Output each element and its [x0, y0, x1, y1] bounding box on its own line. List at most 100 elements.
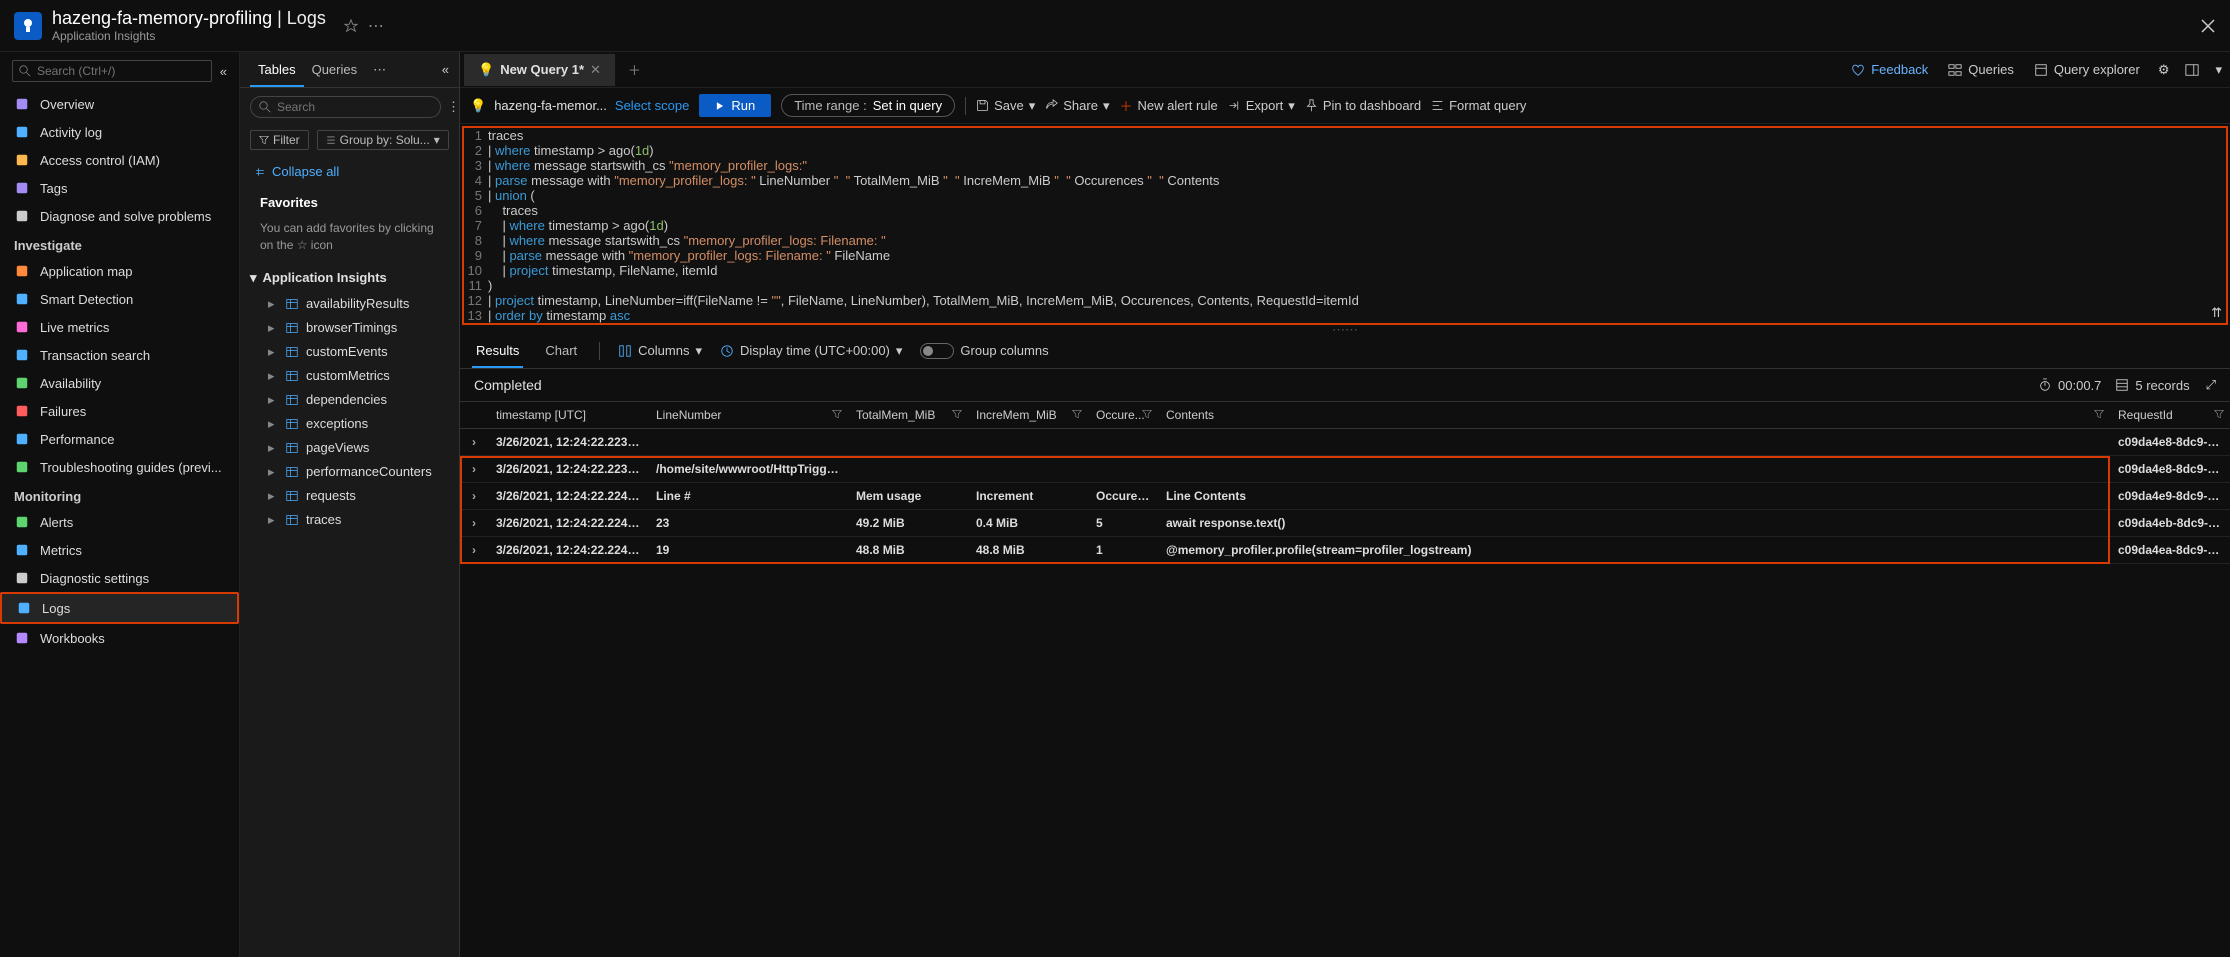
table-row[interactable]: ›3/26/2021, 12:24:22.224 AM2349.2 MiB0.4… [460, 510, 2230, 537]
sidebar-item-tags[interactable]: Tags [0, 174, 239, 202]
table-traces[interactable]: ▸traces [240, 508, 459, 532]
filter-icon[interactable] [952, 409, 962, 419]
table-customMetrics[interactable]: ▸customMetrics [240, 364, 459, 388]
groupby-button[interactable]: Group by: Solu... ▾ [317, 130, 449, 150]
new-alert-button[interactable]: ＋ New alert rule [1119, 96, 1217, 115]
table-browserTimings[interactable]: ▸browserTimings [240, 316, 459, 340]
col-header[interactable]: Occure... [1088, 402, 1158, 429]
sidebar-item-fail[interactable]: Failures [0, 397, 239, 425]
expand-row-icon[interactable]: › [460, 429, 488, 456]
panel-icon[interactable] [2177, 63, 2207, 77]
table-row[interactable]: ›3/26/2021, 12:24:22.224 AMLine #Mem usa… [460, 483, 2230, 510]
table-row[interactable]: ›3/26/2021, 12:24:22.223 AMc09da4e8-8dc9… [460, 429, 2230, 456]
table-label: pageViews [306, 440, 369, 455]
display-time-button[interactable]: Display time (UTC+00:00) ▾ [720, 343, 902, 359]
tables-more-icon[interactable]: ⋮ [447, 99, 460, 115]
chart-tab[interactable]: Chart [541, 333, 581, 368]
sidebar-item-access[interactable]: Access control (IAM) [0, 146, 239, 174]
add-tab-button[interactable]: ＋ [616, 52, 653, 87]
expand-results-icon[interactable]: ⤢ [2206, 377, 2216, 393]
sidebar-item-avail[interactable]: Availability [0, 369, 239, 397]
sidebar-item-workbooks[interactable]: Workbooks [0, 624, 239, 652]
select-scope-link[interactable]: Select scope [615, 98, 689, 113]
expand-row-icon[interactable]: › [460, 456, 488, 483]
sidebar-item-smart[interactable]: Smart Detection [0, 285, 239, 313]
query-tab[interactable]: 💡 New Query 1* ✕ [464, 54, 616, 86]
collapse-tables-icon[interactable]: « [442, 62, 449, 77]
filter-icon[interactable] [2094, 409, 2104, 419]
queries-link[interactable]: Queries [1938, 62, 2024, 77]
collapse-sidebar-icon[interactable]: « [220, 64, 227, 79]
sidebar-item-perf[interactable]: Performance [0, 425, 239, 453]
columns-button[interactable]: Columns ▾ [618, 343, 702, 359]
tree-appinsights[interactable]: ▾ Application Insights [240, 264, 459, 292]
col-header[interactable]: IncreMem_MiB [968, 402, 1088, 429]
export-button[interactable]: Export ▾ [1228, 98, 1295, 114]
share-button[interactable]: Share ▾ [1045, 98, 1109, 114]
table-performanceCounters[interactable]: ▸performanceCounters [240, 460, 459, 484]
tab-tables[interactable]: Tables [250, 52, 304, 87]
expand-row-icon[interactable]: › [460, 537, 488, 564]
sidebar-item-diagnose[interactable]: Diagnose and solve problems [0, 202, 239, 230]
table-exceptions[interactable]: ▸exceptions [240, 412, 459, 436]
close-icon[interactable] [2200, 18, 2216, 34]
query-editor[interactable]: 1traces2| where timestamp > ago(1d)3| wh… [462, 126, 2228, 325]
tables-search-input[interactable] [277, 100, 432, 114]
format-button[interactable]: Format query [1431, 98, 1526, 113]
filter-button[interactable]: Filter [250, 130, 309, 150]
sidebar-item-live[interactable]: Live metrics [0, 313, 239, 341]
sidebar-item-overview[interactable]: Overview [0, 90, 239, 118]
scope-selector[interactable]: 💡 hazeng-fa-memor... Select scope [470, 98, 689, 114]
sidebar-item-diag[interactable]: Diagnostic settings [0, 564, 239, 592]
pin-button[interactable]: Pin to dashboard [1305, 98, 1421, 113]
table-availabilityResults[interactable]: ▸availabilityResults [240, 292, 459, 316]
chevron-down-icon[interactable]: ▾ [2207, 62, 2230, 78]
chevron-down-icon: ▾ [250, 270, 257, 286]
group-columns-toggle[interactable]: Group columns [920, 343, 1048, 359]
sidebar-item-label: Troubleshooting guides (previ... [40, 460, 222, 475]
tab-queries[interactable]: Queries [304, 52, 366, 87]
sidebar-item-search[interactable]: Transaction search [0, 341, 239, 369]
timerange-button[interactable]: Time range : Set in query [781, 94, 955, 117]
col-header[interactable]: TotalMem_MiB [848, 402, 968, 429]
filter-icon[interactable] [2214, 409, 2224, 419]
settings-icon[interactable]: ⚙ [2150, 62, 2178, 78]
sidebar-item-metrics[interactable]: Metrics [0, 536, 239, 564]
expand-row-icon[interactable]: › [460, 510, 488, 537]
collapse-all-link[interactable]: Collapse all [240, 154, 459, 189]
filter-icon[interactable] [1142, 409, 1152, 419]
table-row[interactable]: ›3/26/2021, 12:24:22.224 AM1948.8 MiB48.… [460, 537, 2230, 564]
table-pageViews[interactable]: ▸pageViews [240, 436, 459, 460]
save-button[interactable]: Save ▾ [976, 98, 1035, 114]
feedback-link[interactable]: Feedback [1841, 62, 1938, 77]
table-row[interactable]: ›3/26/2021, 12:24:22.223 AM/home/site/ww… [460, 456, 2230, 483]
close-tab-icon[interactable]: ✕ [590, 62, 601, 78]
sidebar-item-logs[interactable]: Logs [0, 592, 239, 624]
tables-search[interactable] [250, 96, 441, 118]
sidebar-search-input[interactable] [37, 64, 205, 78]
sidebar-item-appmap[interactable]: Application map [0, 257, 239, 285]
expand-row-icon[interactable]: › [460, 483, 488, 510]
table-customEvents[interactable]: ▸customEvents [240, 340, 459, 364]
scroll-up-icon[interactable]: ⇈ [2211, 305, 2222, 321]
sidebar-item-guide[interactable]: Troubleshooting guides (previ... [0, 453, 239, 481]
results-header: Results Chart Columns ▾ Display time (UT… [460, 333, 2230, 369]
col-header[interactable]: timestamp [UTC] [488, 402, 648, 429]
query-explorer-link[interactable]: Query explorer [2024, 62, 2150, 77]
pin-icon[interactable] [344, 19, 358, 33]
sidebar-item-alerts[interactable]: Alerts [0, 508, 239, 536]
sidebar-search[interactable] [12, 60, 212, 82]
results-tab[interactable]: Results [472, 333, 523, 368]
sidebar-item-activity[interactable]: Activity log [0, 118, 239, 146]
col-header[interactable]: LineNumber [648, 402, 848, 429]
tabs-more-icon[interactable]: ⋯ [373, 62, 386, 78]
col-header[interactable]: Contents [1158, 402, 2110, 429]
table-icon [286, 322, 298, 334]
run-button[interactable]: Run [699, 94, 771, 117]
filter-icon[interactable] [1072, 409, 1082, 419]
col-header[interactable]: RequestId [2110, 402, 2230, 429]
more-icon[interactable]: ⋯ [368, 16, 384, 36]
filter-icon[interactable] [832, 409, 842, 419]
table-dependencies[interactable]: ▸dependencies [240, 388, 459, 412]
table-requests[interactable]: ▸requests [240, 484, 459, 508]
